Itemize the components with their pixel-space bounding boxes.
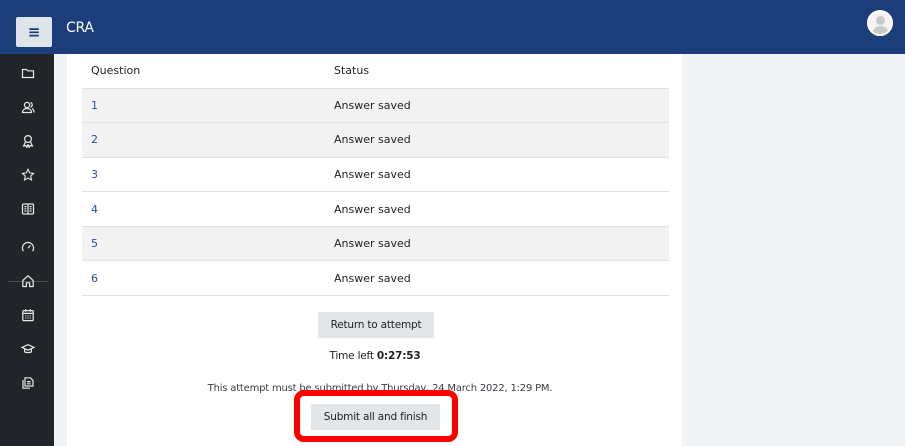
- status-column-header: Status: [334, 54, 669, 89]
- highlight-box: [294, 390, 458, 442]
- attempt-summary-table: Question Status 1 Answer saved 2 Answer …: [82, 54, 669, 297]
- participants-icon[interactable]: [21, 100, 35, 114]
- status-cell: Answer saved: [334, 226, 669, 262]
- calendar-icon[interactable]: [21, 308, 35, 322]
- status-cell: Answer saved: [334, 260, 669, 297]
- files-icon[interactable]: [21, 376, 35, 390]
- home-icon[interactable]: [21, 274, 35, 288]
- status-cell: Answer saved: [334, 157, 669, 193]
- badge-icon[interactable]: [21, 134, 35, 148]
- hamburger-menu-button[interactable]: ≡: [16, 17, 52, 47]
- question-link[interactable]: 4: [91, 203, 98, 216]
- user-avatar[interactable]: [867, 10, 893, 36]
- time-left-value: 0:27:53: [376, 350, 421, 362]
- folder-icon[interactable]: [21, 66, 35, 80]
- status-cell: Answer saved: [334, 122, 669, 158]
- time-left: Time left 0:27:53: [300, 350, 450, 362]
- question-column-header: Question: [82, 54, 334, 89]
- site-name[interactable]: CRA: [66, 20, 94, 36]
- top-navbar: ≡ CRA: [0, 0, 905, 54]
- status-cell: Answer saved: [334, 88, 669, 124]
- table-row: 1 Answer saved: [82, 88, 669, 124]
- table-row: 3 Answer saved: [82, 157, 669, 193]
- status-cell: Answer saved: [334, 191, 669, 227]
- sidebar: [0, 54, 54, 446]
- table-header-row: Question Status: [82, 54, 669, 89]
- graduation-cap-icon[interactable]: [21, 342, 35, 356]
- table-row: 5 Answer saved: [82, 226, 669, 262]
- question-link[interactable]: 2: [91, 133, 98, 146]
- time-left-label: Time left: [329, 350, 374, 362]
- star-icon[interactable]: [21, 168, 35, 182]
- question-link[interactable]: 1: [91, 99, 98, 112]
- table-row: 4 Answer saved: [82, 191, 669, 227]
- question-link[interactable]: 6: [91, 272, 98, 285]
- table-row: 6 Answer saved: [82, 260, 669, 297]
- question-link[interactable]: 5: [91, 237, 98, 250]
- question-link[interactable]: 3: [91, 168, 98, 181]
- hamburger-icon: ≡: [27, 23, 41, 41]
- dashboard-icon[interactable]: [21, 240, 35, 254]
- book-icon[interactable]: [21, 202, 35, 216]
- table-row: 2 Answer saved: [82, 122, 669, 158]
- return-to-attempt-button[interactable]: Return to attempt: [318, 312, 434, 338]
